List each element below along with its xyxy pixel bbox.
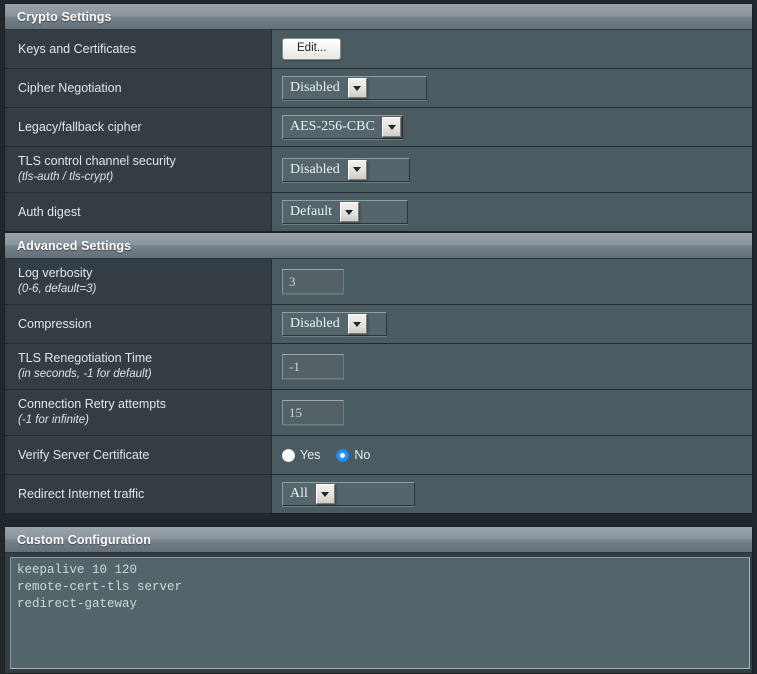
row-field [272,259,752,304]
advanced-settings-rows: Log verbosity (0-6, default=3) Compressi… [5,259,752,513]
row-compression: Compression Disabled [5,305,752,344]
label-text: Cipher Negotiation [18,80,122,95]
chevron-down-icon[interactable] [347,159,367,180]
label-text: TLS Renegotiation Time [18,351,153,365]
row-label: Compression [5,305,272,343]
label-text: TLS control channel security [18,154,176,168]
row-label: Legacy/fallback cipher [5,108,272,146]
label-text: Connection Retry attempts [18,397,166,411]
label-text: Keys and Certificates [18,41,137,56]
radio-dot-no[interactable] [336,448,350,462]
row-field [272,344,752,389]
compression-select[interactable]: Disabled [282,312,387,336]
row-label: Auth digest [5,193,272,231]
select-value: All [290,486,308,501]
connection-retry-attempts-input[interactable] [282,400,344,425]
chevron-down-icon[interactable] [382,117,401,137]
advanced-settings-header: Advanced Settings [5,233,752,259]
chevron-down-icon[interactable] [339,202,359,222]
custom-configuration-body: keepalive 10 120 remote-cert-tls server … [5,553,752,673]
row-cipher-negotiation: Cipher Negotiation Disabled [5,69,752,108]
row-label: Verify Server Certificate [5,436,272,474]
row-field: Disabled [272,305,752,343]
redirect-internet-traffic-select[interactable]: All [282,482,415,506]
cipher-negotiation-select[interactable]: Disabled [282,76,427,100]
select-value: Disabled [290,316,340,331]
row-field [272,390,752,435]
row-field: Disabled [272,147,752,192]
select-value: AES-256-CBC [290,119,375,134]
auth-digest-select[interactable]: Default [282,200,408,224]
crypto-settings-header: Crypto Settings [5,4,752,30]
label-text: Auth digest [18,204,81,219]
row-field: Yes No [272,436,752,474]
row-label: Cipher Negotiation [5,69,272,107]
label-text: Redirect Internet traffic [18,486,145,501]
log-verbosity-input[interactable] [282,269,344,294]
tls-control-channel-security-select[interactable]: Disabled [282,157,410,182]
row-label: Redirect Internet traffic [5,475,272,513]
settings-page: Crypto Settings Keys and Certificates Ed… [0,0,757,674]
crypto-settings-panel: Crypto Settings Keys and Certificates Ed… [4,3,753,232]
radio-label-yes: Yes [300,448,321,462]
row-keys-and-certificates: Keys and Certificates Edit... [5,30,752,69]
row-label: TLS control channel security (tls-auth /… [5,147,272,192]
chevron-down-icon[interactable] [347,78,367,98]
select-value: Disabled [290,80,340,95]
row-field: All [272,475,752,513]
radio-option-no[interactable]: No [336,448,370,462]
row-field: AES-256-CBC [272,108,752,146]
label-text: Legacy/fallback cipher [18,119,142,134]
verify-server-certificate-radio-group: Yes No [282,448,370,462]
label-subtext: (0-6, default=3) [18,283,97,295]
radio-label-no: No [354,448,371,462]
edit-keys-button[interactable]: Edit... [282,38,342,60]
row-verify-server-certificate: Verify Server Certificate Yes No [5,436,752,475]
row-label: Keys and Certificates [5,30,272,68]
row-legacy-fallback-cipher: Legacy/fallback cipher AES-256-CBC [5,108,752,147]
chevron-down-icon[interactable] [347,314,367,334]
advanced-settings-panel: Advanced Settings Log verbosity (0-6, de… [4,232,753,514]
custom-configuration-header: Custom Configuration [5,527,752,553]
custom-configuration-panel: Custom Configuration keepalive 10 120 re… [4,526,753,674]
row-field: Default [272,193,752,231]
row-field: Edit... [272,30,752,68]
row-label: TLS Renegotiation Time (in seconds, -1 f… [5,344,272,389]
row-redirect-internet-traffic: Redirect Internet traffic All [5,475,752,513]
radio-dot-yes[interactable] [282,448,295,462]
select-value: Disabled [290,161,340,177]
label-text: Verify Server Certificate [18,447,150,462]
label-subtext: (-1 for infinite) [18,414,89,426]
legacy-fallback-cipher-select[interactable]: AES-256-CBC [282,115,403,139]
row-label: Connection Retry attempts (-1 for infini… [5,390,272,435]
label-subtext: (tls-auth / tls-crypt) [18,171,114,183]
radio-option-yes[interactable]: Yes [282,448,320,462]
tls-renegotiation-time-input[interactable] [282,354,344,379]
row-field: Disabled [272,69,752,107]
row-connection-retry-attempts: Connection Retry attempts (-1 for infini… [5,390,752,436]
row-tls-renegotiation-time: TLS Renegotiation Time (in seconds, -1 f… [5,344,752,390]
chevron-down-icon[interactable] [315,484,335,504]
row-auth-digest: Auth digest Default [5,193,752,231]
select-value: Default [290,204,332,219]
row-label: Log verbosity (0-6, default=3) [5,259,272,304]
row-log-verbosity: Log verbosity (0-6, default=3) [5,259,752,305]
row-tls-control-channel-security: TLS control channel security (tls-auth /… [5,147,752,193]
crypto-settings-rows: Keys and Certificates Edit... Cipher Neg… [5,30,752,231]
label-subtext: (in seconds, -1 for default) [18,368,152,380]
label-text: Log verbosity [18,266,93,280]
custom-configuration-textarea[interactable]: keepalive 10 120 remote-cert-tls server … [10,557,750,669]
label-text: Compression [18,316,92,331]
